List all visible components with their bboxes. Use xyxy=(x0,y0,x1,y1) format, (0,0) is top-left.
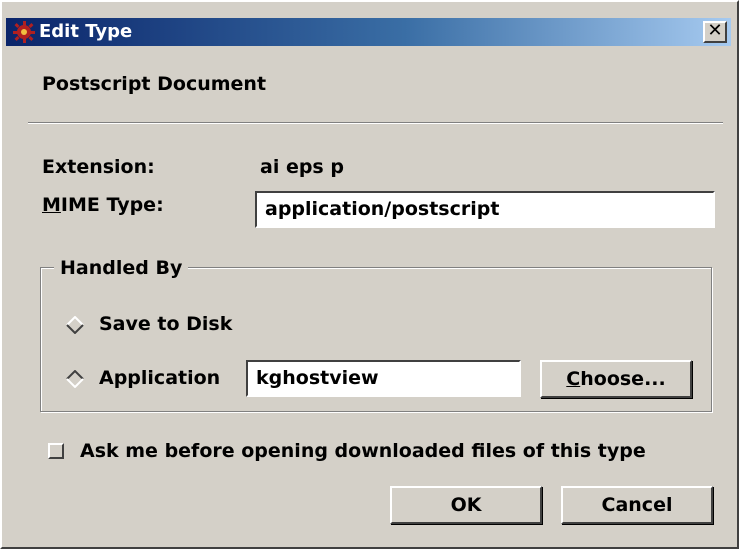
ok-button[interactable]: OK xyxy=(390,486,542,524)
save-to-disk-radio[interactable] xyxy=(66,316,84,334)
separator xyxy=(28,122,723,124)
application-radio[interactable] xyxy=(66,370,84,388)
mime-type-label: MIME Type: xyxy=(42,193,164,217)
handled-by-title: Handled By xyxy=(54,256,189,280)
choose-label-rest: hoose... xyxy=(580,368,666,390)
type-description: Postscript Document xyxy=(42,73,267,95)
ask-before-opening-checkbox[interactable] xyxy=(48,443,64,459)
title-bar[interactable]: Edit Type ✕ xyxy=(6,18,731,46)
extension-value: ai eps p xyxy=(260,156,344,178)
mime-type-input[interactable]: application/postscript xyxy=(255,191,715,228)
application-input[interactable]: kghostview xyxy=(246,360,521,397)
close-button[interactable]: ✕ xyxy=(703,21,727,43)
mime-label-rest: IME Type: xyxy=(60,194,164,216)
save-to-disk-label[interactable]: Save to Disk xyxy=(99,312,232,336)
cancel-button[interactable]: Cancel xyxy=(561,486,713,524)
kde-gear-icon xyxy=(13,21,35,43)
mime-mnemonic: M xyxy=(42,194,61,216)
window-title: Edit Type xyxy=(39,21,133,42)
ask-before-opening-label[interactable]: Ask me before opening downloaded files o… xyxy=(80,439,646,463)
application-label[interactable]: Application xyxy=(99,366,220,390)
choose-mnemonic: C xyxy=(566,368,581,390)
close-icon: ✕ xyxy=(707,20,723,41)
choose-button[interactable]: Choose... xyxy=(540,360,692,398)
extension-label: Extension: xyxy=(42,156,155,178)
